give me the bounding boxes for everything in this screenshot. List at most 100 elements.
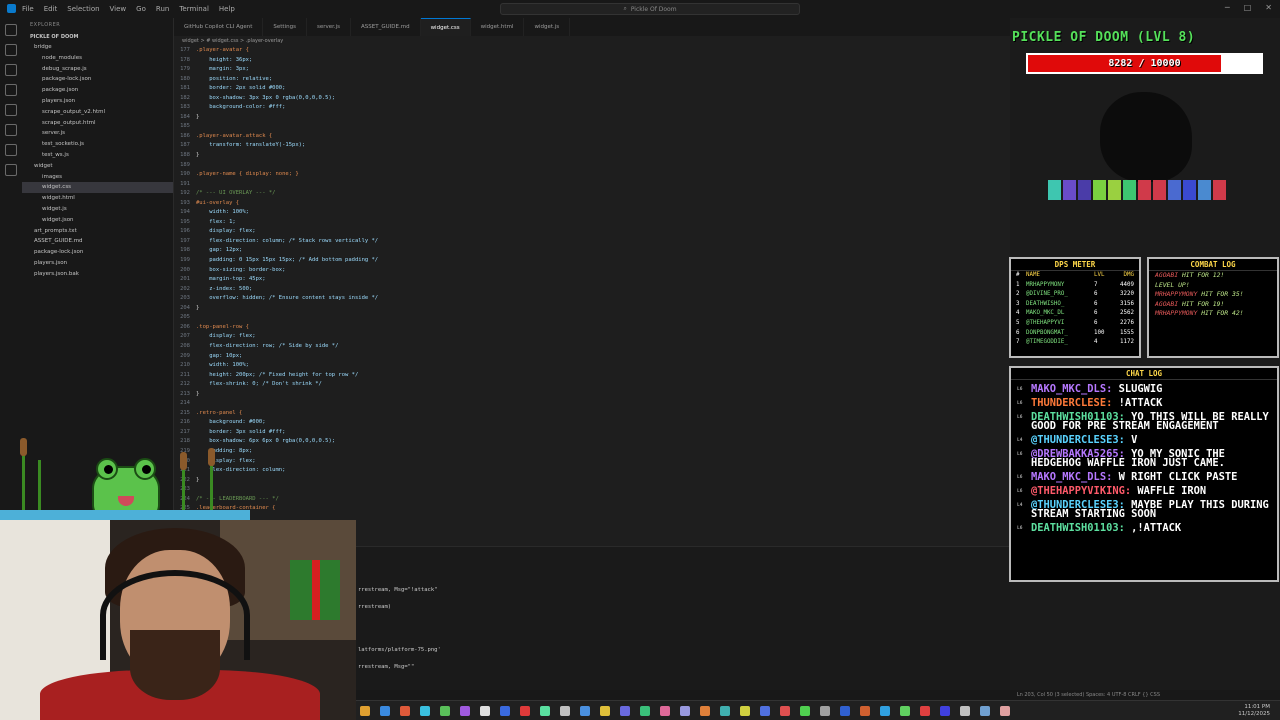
file-tree-item[interactable]: widget (22, 161, 173, 172)
taskbar-app-icon[interactable] (880, 705, 890, 716)
code-editor[interactable]: 177 .player-avatar {178 height: 36px; 179 … (174, 46, 1010, 546)
menu-item-file[interactable]: File (22, 5, 34, 13)
taskbar-app-icon[interactable] (520, 705, 530, 716)
tab-label: widget.html (480, 24, 514, 30)
breadcrumb[interactable]: widget > # widget.css > .player-overlay (174, 36, 1010, 46)
tab-widget-js[interactable]: widget.js (524, 18, 571, 36)
file-tree-item[interactable]: ASSET_GUIDE.md (22, 236, 173, 247)
taskbar-app-icon[interactable] (740, 705, 750, 716)
taskbar-app-icon[interactable] (640, 705, 650, 716)
taskbar-app-icon[interactable] (960, 705, 970, 716)
taskbar-app-icon[interactable] (700, 705, 710, 716)
menu-item-view[interactable]: View (110, 5, 127, 13)
file-tree-item[interactable]: package.json (22, 85, 173, 96)
taskbar-app-icon[interactable] (460, 705, 470, 716)
line-number: 204 (180, 304, 190, 311)
line-number: 180 (180, 75, 190, 82)
menu-item-go[interactable]: Go (136, 5, 146, 13)
taskbar-app-icon[interactable] (420, 705, 430, 716)
file-tree-item[interactable]: scrape_output.html (22, 118, 173, 129)
file-tree-item[interactable]: node_modules (22, 53, 173, 64)
tab-widget-html[interactable]: widget.html (471, 18, 525, 36)
taskbar-clock[interactable]: 11:01 PM 11/12/2025 (1238, 704, 1270, 718)
remote-icon[interactable] (5, 124, 17, 136)
taskbar-app-icon[interactable] (500, 705, 510, 716)
menu-item-edit[interactable]: Edit (44, 5, 58, 13)
files-icon[interactable] (5, 24, 17, 36)
taskbar-app-icon[interactable] (680, 705, 690, 716)
taskbar-app-icon[interactable] (620, 705, 630, 716)
code-line: 204} (174, 304, 1010, 314)
minimize-icon[interactable]: ─ (1225, 3, 1230, 12)
combat-log-panel: COMBAT LOG AGOABI HIT FOR 12! LEVEL UP! MR… (1147, 257, 1279, 358)
source-control-icon[interactable] (5, 64, 17, 76)
taskbar-app-icon[interactable] (900, 705, 910, 716)
file-tree-item[interactable]: package-lock.json (22, 247, 173, 258)
tab-widget-css[interactable]: widget.css (420, 18, 471, 36)
taskbar-app-icon[interactable] (920, 705, 930, 716)
file-tree: bridge node_modules debug_scrape.js package… (22, 42, 173, 280)
file-tree-item[interactable]: art_prompts.txt (22, 226, 173, 237)
taskbar-app-icon[interactable] (580, 705, 590, 716)
maximize-icon[interactable]: □ (1244, 3, 1252, 12)
extensions-icon[interactable] (5, 104, 17, 116)
file-tree-item[interactable]: widget.html (22, 193, 173, 204)
taskbar-app-icon[interactable] (380, 705, 390, 716)
tab-asset-guide-md[interactable]: ASSET_GUIDE.md (351, 18, 421, 36)
copilot-icon[interactable] (5, 164, 17, 176)
taskbar-app-icon[interactable] (820, 705, 830, 716)
explorer-root-folder[interactable]: PICKLE OF DOOM (22, 32, 173, 42)
taskbar-app-icon[interactable] (800, 705, 810, 716)
chat-username: MAKO_MKC_DLS: (1031, 471, 1113, 483)
taskbar-app-icon[interactable] (940, 705, 950, 716)
taskbar-app-icon[interactable] (1000, 705, 1010, 716)
menu-item-help[interactable]: Help (219, 5, 235, 13)
taskbar-app-icon[interactable] (760, 705, 770, 716)
file-tree-item[interactable]: scrape_output_v2.html (22, 107, 173, 118)
taskbar-app-icon[interactable] (780, 705, 790, 716)
taskbar-app-icon[interactable] (860, 705, 870, 716)
code-line: 200 box-sizing: border-box; (174, 266, 1010, 276)
webcam-gift-ribbon (312, 560, 320, 620)
menu-item-run[interactable]: Run (156, 5, 169, 13)
file-tree-item[interactable]: test_ws.js (22, 150, 173, 161)
taskbar-app-icon[interactable] (720, 705, 730, 716)
taskbar-app-icon[interactable] (480, 705, 490, 716)
taskbar-app-icon[interactable] (660, 705, 670, 716)
code-text: background: #000; (196, 419, 266, 426)
file-tree-item[interactable]: widget.css (22, 182, 173, 194)
code-line: 218 box-shadow: 6px 6px 0 rgba(0,0,0,0.5… (174, 437, 1010, 447)
file-tree-item[interactable]: bridge (22, 42, 173, 53)
taskbar-app-icon[interactable] (560, 705, 570, 716)
menu-item-terminal[interactable]: Terminal (179, 5, 209, 13)
frog-tongue (118, 496, 134, 506)
file-tree-item[interactable]: players.json (22, 96, 173, 107)
taskbar-app-icon[interactable] (600, 705, 610, 716)
tab-server-js[interactable]: server.js (307, 18, 352, 36)
run-debug-icon[interactable] (5, 84, 17, 96)
command-search[interactable]: ⌕ Pickle Of Doom (500, 3, 800, 15)
taskbar-app-icon[interactable] (360, 705, 370, 716)
tab-settings[interactable]: Settings (263, 18, 307, 36)
file-tree-item[interactable]: players.json.bak (22, 269, 173, 280)
file-tree-item[interactable]: widget.json (22, 215, 173, 226)
file-tree-item[interactable]: players.json (22, 258, 173, 269)
file-tree-item[interactable]: test_socketio.js (22, 139, 173, 150)
dps-player-name: MAKO_MKC_DL (1026, 310, 1065, 317)
file-tree-item[interactable]: debug_scrape.js (22, 64, 173, 75)
search-icon[interactable] (5, 44, 17, 56)
taskbar-app-icon[interactable] (540, 705, 550, 716)
taskbar-app-icon[interactable] (980, 705, 990, 716)
file-tree-item[interactable]: server.js (22, 128, 173, 139)
file-tree-item[interactable]: widget.js (22, 204, 173, 215)
file-tree-item[interactable]: images (22, 172, 173, 183)
close-icon[interactable]: ✕ (1265, 3, 1272, 12)
file-tree-item[interactable]: package-lock.json (22, 74, 173, 85)
taskbar-app-icon[interactable] (400, 705, 410, 716)
testing-icon[interactable] (5, 144, 17, 156)
taskbar-app-icon[interactable] (840, 705, 850, 716)
menu-item-selection[interactable]: Selection (67, 5, 99, 13)
tab-github-copilot-cli-agent[interactable]: GitHub Copilot CLI Agent (174, 18, 264, 36)
taskbar-app-icon[interactable] (440, 705, 450, 716)
chat-message-body: MAKO_MKC_DLS: SLUGWIG (1031, 384, 1162, 394)
